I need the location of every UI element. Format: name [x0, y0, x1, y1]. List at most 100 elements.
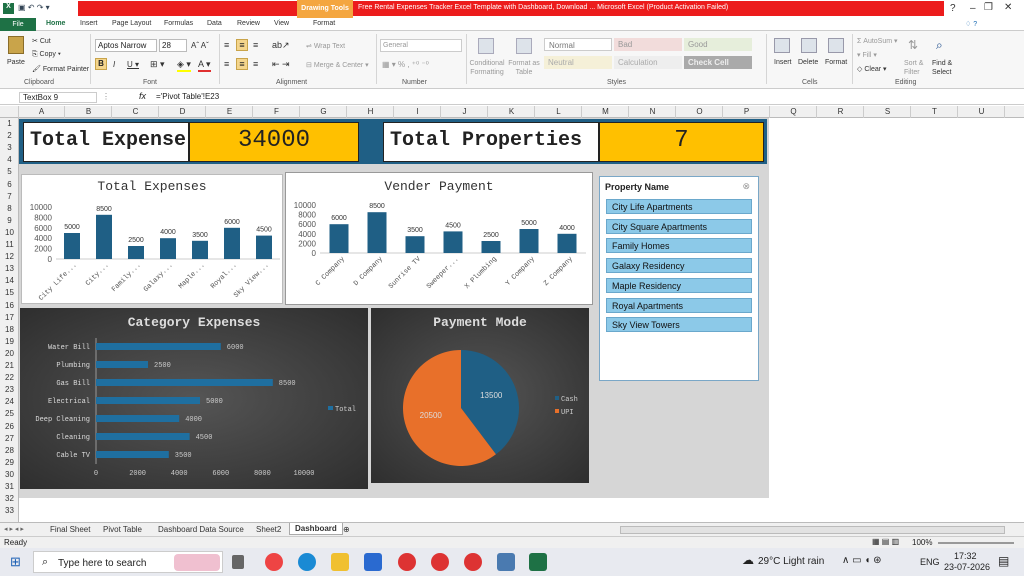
row-header-cell[interactable]: 11 — [0, 240, 19, 249]
fill-button[interactable]: ▾ Fill ▾ — [857, 51, 877, 59]
row-header-cell[interactable]: 9 — [0, 216, 19, 225]
row-header-cell[interactable]: 4 — [0, 155, 19, 164]
row-header-cell[interactable]: 3 — [0, 143, 19, 152]
column-header-cell[interactable]: U — [959, 106, 1005, 118]
app-icon[interactable] — [497, 553, 515, 571]
chrome-icon-3[interactable] — [464, 553, 482, 571]
slicer-item[interactable]: Family Homes — [606, 238, 752, 254]
row-header-cell[interactable]: 7 — [0, 192, 19, 201]
zoom-level[interactable]: 100% — [912, 538, 932, 547]
column-header-cell[interactable]: C — [113, 106, 159, 118]
format-painter-button[interactable]: 🖌 Format Painter — [32, 65, 89, 73]
category-expenses-chart[interactable]: Category Expenses 0 2000 4000 6000 8000 10000… — [20, 308, 368, 489]
tab-insert[interactable]: Insert — [80, 20, 98, 27]
notifications-icon[interactable]: ▤ — [998, 554, 1009, 568]
row-header-cell[interactable]: 23 — [0, 385, 19, 394]
binoculars-icon[interactable]: ⌕ — [936, 38, 943, 53]
column-header-cell[interactable]: K — [489, 106, 535, 118]
align-center-icon[interactable]: ≡ — [236, 58, 248, 70]
horizontal-scrollbar[interactable] — [620, 526, 1005, 534]
row-header-cell[interactable]: 12 — [0, 252, 19, 261]
row-header-cell[interactable]: 2 — [0, 131, 19, 140]
total-properties-value-box[interactable]: 7 — [599, 122, 764, 162]
row-header-cell[interactable]: 33 — [0, 506, 19, 515]
delete-cells-icon[interactable] — [801, 38, 817, 53]
close-icon[interactable]: ✕ — [1004, 2, 1012, 13]
chrome-icon[interactable] — [398, 553, 416, 571]
sort-filter-button[interactable]: Sort & Filter — [904, 59, 928, 77]
help-circle-icon[interactable]: ♢ ? — [965, 20, 977, 28]
tab-page-layout[interactable]: Page Layout — [112, 20, 151, 27]
slicer-item[interactable]: Royal Apartments — [606, 297, 752, 313]
fx-icon[interactable]: fx — [139, 91, 146, 101]
tab-format[interactable]: Format — [313, 20, 335, 27]
payment-mode-chart[interactable]: Payment Mode 13500 Cash 20500 UPI — [371, 308, 589, 483]
style-check-cell[interactable]: Check Cell — [684, 56, 752, 69]
paste-button[interactable]: Paste — [7, 59, 25, 66]
style-normal[interactable]: Normal — [544, 38, 612, 51]
tab-home[interactable]: Home — [46, 20, 65, 27]
sheet-tab-dashboard-data-source[interactable]: Dashboard Data Source — [158, 525, 244, 534]
autosum-button[interactable]: Σ AutoSum ▾ — [857, 37, 898, 45]
sheet-tab-final-sheet[interactable]: Final Sheet — [50, 525, 90, 534]
clear-filter-icon[interactable]: ⊗ — [742, 181, 750, 192]
sheet-tab-dashboard[interactable]: Dashboard — [289, 523, 343, 535]
restore-icon[interactable]: ❐ — [984, 2, 993, 13]
column-header-cell[interactable]: G — [301, 106, 347, 118]
slicer-item[interactable]: Maple Residency — [606, 277, 752, 293]
sheet-tab-sheet2[interactable]: Sheet2 — [256, 525, 281, 534]
row-header-cell[interactable]: 21 — [0, 361, 19, 370]
vendor-payment-chart[interactable]: Vender Payment 10000 8000 6000 4000 2000 0 600… — [285, 172, 593, 305]
tab-file[interactable]: File — [0, 18, 36, 31]
clock-time[interactable]: 17:32 — [954, 551, 977, 561]
tab-data[interactable]: Data — [207, 20, 222, 27]
task-view-icon[interactable] — [232, 555, 244, 569]
windows-start-icon[interactable]: ⊞ — [10, 554, 21, 570]
select-all-corner[interactable] — [0, 106, 19, 118]
tray-icons[interactable]: ∧ ▭ ◖ ⊛ — [842, 555, 882, 566]
format-table-icon[interactable] — [516, 38, 532, 54]
indent-icon[interactable]: ⇤ ⇥ — [272, 59, 290, 70]
copy-button[interactable]: ⎘ Copy ▾ — [32, 51, 61, 59]
style-calculation[interactable]: Calculation — [614, 56, 682, 69]
row-header-cell[interactable]: 29 — [0, 458, 19, 467]
row-header-cell[interactable]: 18 — [0, 325, 19, 334]
column-header-cell[interactable]: B — [66, 106, 112, 118]
font-size-select[interactable]: 28 — [159, 39, 187, 52]
row-header-cell[interactable]: 14 — [0, 276, 19, 285]
slicer-item[interactable]: Sky View Towers — [606, 317, 752, 333]
italic-button[interactable]: I — [113, 60, 115, 69]
taskbar-search-box[interactable]: ⌕ Type here to search — [33, 551, 223, 573]
column-header-cell[interactable]: R — [818, 106, 864, 118]
style-good[interactable]: Good — [684, 38, 752, 51]
worksheet-grid[interactable]: Total Expense 34000 Total Properties 7 T… — [19, 118, 1024, 522]
align-left-icon[interactable]: ≡ — [224, 59, 229, 69]
row-header-cell[interactable]: 19 — [0, 337, 19, 346]
row-header-cell[interactable]: 28 — [0, 446, 19, 455]
view-buttons[interactable]: ▦ ▤ ▥ — [872, 537, 899, 546]
orientation-icon[interactable]: ab↗ — [272, 40, 290, 51]
mail-icon[interactable] — [364, 553, 382, 571]
row-header-cell[interactable]: 32 — [0, 494, 19, 503]
align-bottom-icon[interactable]: ≡ — [253, 40, 258, 50]
row-header-cell[interactable]: 30 — [0, 470, 19, 479]
row-header-cell[interactable]: 20 — [0, 349, 19, 358]
slicer-item[interactable]: Galaxy Residency — [606, 258, 752, 274]
column-header-cell[interactable]: M — [583, 106, 629, 118]
row-header-cell[interactable]: 13 — [0, 264, 19, 273]
tab-formulas[interactable]: Formulas — [164, 20, 193, 27]
insert-cells-icon[interactable] — [774, 38, 790, 53]
help-icon[interactable]: ? — [950, 3, 956, 14]
conditional-formatting-icon[interactable] — [478, 38, 494, 54]
row-header-cell[interactable]: 16 — [0, 301, 19, 310]
row-header-cell[interactable]: 24 — [0, 397, 19, 406]
row-header-cell[interactable]: 31 — [0, 482, 19, 491]
quick-access-toolbar[interactable]: ▣ ↶ ↷ ▾ — [18, 3, 50, 12]
sort-filter-icon[interactable]: ⇅ — [908, 38, 918, 52]
row-header-cell[interactable]: 1 — [0, 119, 19, 128]
zoom-slider[interactable] — [938, 542, 1014, 544]
row-header-cell[interactable]: 22 — [0, 373, 19, 382]
new-sheet-icon[interactable]: ⊕ — [343, 525, 350, 534]
underline-button[interactable]: U ▾ — [127, 60, 139, 69]
insert-button[interactable]: Insert — [774, 59, 792, 66]
